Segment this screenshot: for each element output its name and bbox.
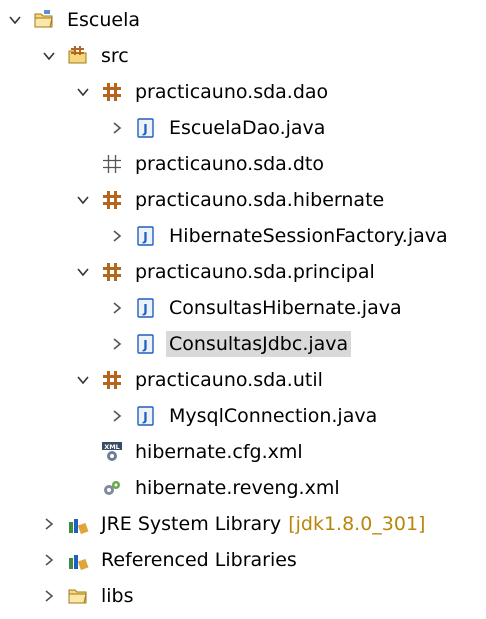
chevron-right-icon[interactable] [38,549,60,571]
tree-item[interactable]: Referenced Libraries [38,542,300,578]
tree-item-label: Escuela [67,9,141,31]
chevron-right-icon[interactable] [38,513,60,535]
svg-text:J: J [142,122,147,136]
tree-item[interactable]: J MysqlConnection.java [106,398,380,434]
package-icon [100,188,124,212]
package-icon [100,80,124,104]
svg-text:J: J [142,410,147,424]
package-icon [100,260,124,284]
tree-item-label: practicauno.sda.hibernate [135,189,385,211]
tree-item[interactable]: J ConsultasJdbc.java [106,326,352,362]
tree-item[interactable]: J EscuelaDao.java [106,110,328,146]
tree-item-label: practicauno.sda.dto [135,153,324,175]
tree-item-label: EscuelaDao.java [169,117,326,139]
chevron-down-icon[interactable] [38,45,60,67]
svg-text:J: J [142,302,147,316]
tree-item[interactable]: libs [38,578,137,614]
chevron-right-icon[interactable] [106,405,128,427]
svg-text:J: J [142,338,147,352]
tree-item-label: ConsultasHibernate.java [169,297,402,319]
tree-item-label: Referenced Libraries [101,549,297,571]
chevron-right-icon[interactable] [38,585,60,607]
java-file-icon: J [134,332,158,356]
tree-item-label: hibernate.reveng.xml [135,477,340,499]
tree-item[interactable]: src [38,38,132,74]
tree-item-label: hibernate.cfg.xml [135,441,303,463]
tree-item[interactable]: practicauno.sda.util [72,362,326,398]
project-icon [32,8,56,32]
tree-item[interactable]: JRE System Library [jdk1.8.0_301] [38,506,425,542]
svg-text:J: J [142,230,147,244]
tree-item-label: ConsultasJdbc.java [166,331,352,357]
chevron-down-icon[interactable] [4,9,26,31]
tree-item-label: practicauno.sda.util [135,369,323,391]
chevron-down-icon[interactable] [72,189,94,211]
library-icon [66,548,90,572]
chevron-right-icon[interactable] [106,297,128,319]
empty-package-icon [100,152,124,176]
tree-item[interactable]: Escuela [4,2,143,38]
chevron-right-icon[interactable] [106,117,128,139]
tree-item[interactable]: XML hibernate.cfg.xml [72,434,306,470]
xml-file-icon: XML [100,440,124,464]
tree-item-label: practicauno.sda.principal [135,261,375,283]
java-file-icon: J [134,116,158,140]
folder-icon [66,584,90,608]
java-file-icon: J [134,404,158,428]
reveng-file-icon [100,476,124,500]
tree-item-label: HibernateSessionFactory.java [169,225,448,247]
tree-item[interactable]: J ConsultasHibernate.java [106,290,405,326]
tree-item-label: src [101,45,129,67]
tree-item-label: MysqlConnection.java [169,405,378,427]
chevron-down-icon[interactable] [72,261,94,283]
svg-text:XML: XML [104,443,120,451]
chevron-down-icon[interactable] [72,81,94,103]
package-icon [100,368,124,392]
chevron-right-icon[interactable] [106,225,128,247]
tree-item-label: practicauno.sda.dao [135,81,329,103]
project-explorer-tree: Escuela src practicauno.sda.dao J EscuelaDao… [0,0,486,619]
library-icon [66,512,90,536]
tree-item[interactable]: practicauno.sda.dao [72,74,331,110]
tree-item-label: libs [101,585,134,607]
tree-item[interactable]: practicauno.sda.principal [72,254,378,290]
tree-item-decoration: [jdk1.8.0_301] [288,513,426,535]
tree-item[interactable]: practicauno.sda.dto [72,146,327,182]
tree-item[interactable]: practicauno.sda.hibernate [72,182,387,218]
tree-item[interactable]: hibernate.reveng.xml [72,470,343,506]
java-file-icon: J [134,224,158,248]
tree-item[interactable]: J HibernateSessionFactory.java [106,218,451,254]
chevron-right-icon[interactable] [106,333,128,355]
java-file-icon: J [134,296,158,320]
tree-item-label: JRE System Library [101,513,282,535]
source-folder-icon [66,44,90,68]
chevron-down-icon[interactable] [72,369,94,391]
